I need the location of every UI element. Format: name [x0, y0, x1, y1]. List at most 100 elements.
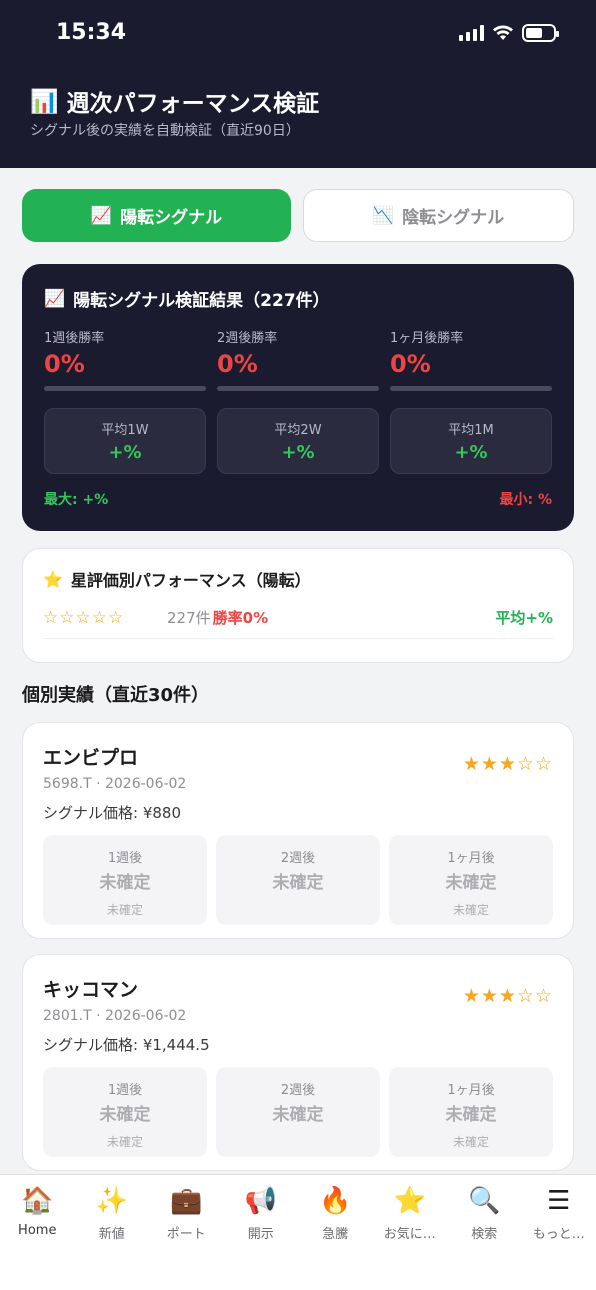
wifi-icon: [493, 25, 513, 40]
menu-icon: ☰: [547, 1186, 571, 1216]
briefcase-icon: 💼: [170, 1186, 203, 1216]
tab-label: 陰転シグナル: [402, 208, 505, 228]
win-rate-1w: 1週後勝率 0%: [44, 327, 206, 391]
win-rate-bar: [390, 386, 552, 391]
period-1w: 1週後 未確定 未確定: [43, 1067, 207, 1157]
average-value: +%: [281, 442, 315, 463]
period-1w: 1週後 未確定 未確定: [43, 835, 207, 925]
period-value: 未確定: [272, 873, 324, 893]
period-value: 未確定: [272, 1105, 324, 1125]
min-return: 最小: %: [499, 492, 553, 508]
win-rate-1m: 1ヶ月後勝率 0%: [390, 327, 552, 391]
summary-title-text: 陽転シグナル検証結果（227件）: [73, 291, 330, 311]
status-icons: [459, 24, 559, 42]
tab-label: 急騰: [322, 1227, 349, 1242]
period-results: 1週後 未確定 未確定 2週後 未確定 1ヶ月後 未確定 未確定: [43, 1067, 553, 1157]
period-sub: 未確定: [106, 1135, 143, 1149]
win-rates: 1週後勝率 0% 2週後勝率 0% 1ヶ月後勝率 0%: [44, 327, 552, 391]
tab-surge[interactable]: 🔥 急騰: [298, 1185, 373, 1290]
period-label: 1週後: [107, 851, 143, 866]
star-rating-icon: ☆☆☆☆☆: [43, 607, 125, 628]
tab-positive-signal[interactable]: 📈 陽転シグナル: [22, 189, 291, 242]
chart-icon: 📊: [30, 88, 59, 115]
period-sub: 未確定: [452, 1135, 489, 1149]
average-label: 平均2W: [274, 423, 322, 438]
win-rate-2w: 2週後勝率 0%: [217, 327, 379, 391]
period-2w: 2週後 未確定: [216, 835, 380, 925]
period-1m: 1ヶ月後 未確定 未確定: [389, 835, 553, 925]
average-value: +%: [108, 442, 142, 463]
average-label: 平均1W: [101, 423, 149, 438]
house-icon: 🏠: [21, 1186, 54, 1216]
status-time: 15:34: [56, 20, 127, 45]
signal-price: シグナル価格: ¥1,444.5: [43, 1036, 210, 1054]
period-value: 未確定: [445, 1105, 497, 1125]
star-perf-title: ⭐ 星評価別パフォーマンス（陽転）: [43, 567, 553, 591]
signal-price: シグナル価格: ¥880: [43, 804, 181, 822]
win-rate-bar: [217, 386, 379, 391]
tab-new-high[interactable]: ✨ 新値: [75, 1185, 150, 1290]
star-perf-title-text: 星評価別パフォーマンス（陽転）: [70, 571, 311, 590]
star-icon: ⭐: [43, 569, 63, 589]
page-title: 📊 週次パフォーマンス検証: [30, 84, 319, 118]
average-value: +%: [454, 442, 488, 463]
tab-favorites[interactable]: ⭐ お気に…: [373, 1185, 448, 1290]
section-title: 個別実績（直近30件）: [22, 685, 210, 706]
stock-meta: 5698.T · 2026-06-02: [43, 776, 187, 792]
star-icon: ⭐: [393, 1186, 426, 1216]
period-value: 未確定: [445, 873, 497, 893]
tab-label: お気に…: [383, 1227, 436, 1242]
stock-card[interactable]: エンビプロ 5698.T · 2026-06-02 シグナル価格: ¥880 ★…: [22, 722, 574, 939]
average-label: 平均1M: [448, 423, 494, 438]
stock-card[interactable]: キッコマン 2801.T · 2026-06-02 シグナル価格: ¥1,444…: [22, 954, 574, 1171]
app-header: 15:34 📊 週次パフォーマンス検証 シグナル後の実績を自動検証（直近90日）: [0, 0, 596, 168]
star-perf-row: ☆☆☆☆☆ 227件 勝率0% 平均+%: [43, 607, 553, 639]
sparkles-icon: ✨: [95, 1186, 128, 1216]
period-1m: 1ヶ月後 未確定 未確定: [389, 1067, 553, 1157]
min-max-row: 最大: +% 最小: %: [44, 489, 552, 509]
period-label: 1ヶ月後: [447, 1083, 495, 1098]
win-rate-value: 0%: [44, 350, 85, 378]
tab-label: 陽転シグナル: [120, 208, 223, 228]
fire-icon: 🔥: [319, 1186, 352, 1216]
page-title-text: 週次パフォーマンス検証: [66, 91, 320, 117]
chart-down-icon: 📉: [372, 205, 395, 226]
verification-summary-card: 📈 陽転シグナル検証結果（227件） 1週後勝率 0% 2週後勝率 0% 1ヶ月…: [22, 264, 574, 531]
tab-disclosure[interactable]: 📢 開示: [224, 1185, 299, 1290]
period-label: 1ヶ月後: [447, 851, 495, 866]
tab-label: 検索: [471, 1227, 498, 1242]
bottom-tab-bar: 🏠 Home ✨ 新値 💼 ポート 📢 開示 🔥 急騰 ⭐ お気に… 🔍 検索 …: [0, 1174, 596, 1290]
period-label: 2週後: [280, 1083, 316, 1098]
period-value: 未確定: [99, 1105, 151, 1125]
win-rate-label: 1ヶ月後勝率: [390, 331, 464, 346]
period-label: 2週後: [280, 851, 316, 866]
star-rating-icon: ★★★☆☆: [462, 753, 553, 775]
page-subtitle: シグナル後の実績を自動検証（直近90日）: [30, 123, 300, 139]
period-sub: 未確定: [106, 903, 143, 917]
tab-label: Home: [18, 1223, 57, 1238]
summary-title: 📈 陽転シグナル検証結果（227件）: [44, 286, 552, 312]
tab-label: もっと…: [532, 1227, 585, 1242]
tab-label: ポート: [166, 1227, 206, 1242]
tab-more[interactable]: ☰ もっと…: [522, 1185, 596, 1290]
tab-label: 新値: [98, 1227, 125, 1242]
average-return: 平均+%: [495, 609, 553, 627]
signal-tabs: 📈 陽転シグナル 📉 陰転シグナル: [22, 189, 574, 242]
chart-up-icon: 📈: [90, 205, 113, 226]
star-rating-icon: ★★★☆☆: [462, 985, 553, 1007]
tab-search[interactable]: 🔍 検索: [447, 1185, 522, 1290]
win-rate-value: 0%: [217, 350, 258, 378]
win-rate-label: 2週後勝率: [217, 331, 278, 346]
cellular-signal-icon: [459, 25, 484, 41]
win-rate-bar: [44, 386, 206, 391]
tab-home[interactable]: 🏠 Home: [0, 1185, 75, 1290]
average-returns: 平均1W +% 平均2W +% 平均1M +%: [44, 408, 552, 474]
stock-meta: 2801.T · 2026-06-02: [43, 1008, 187, 1024]
period-label: 1週後: [107, 1083, 143, 1098]
max-return: 最大: +%: [44, 492, 109, 508]
win-rate-label: 1週後勝率: [44, 331, 105, 346]
period-2w: 2週後 未確定: [216, 1067, 380, 1157]
tab-portfolio[interactable]: 💼 ポート: [149, 1185, 224, 1290]
period-results: 1週後 未確定 未確定 2週後 未確定 1ヶ月後 未確定 未確定: [43, 835, 553, 925]
tab-negative-signal[interactable]: 📉 陰転シグナル: [303, 189, 574, 242]
